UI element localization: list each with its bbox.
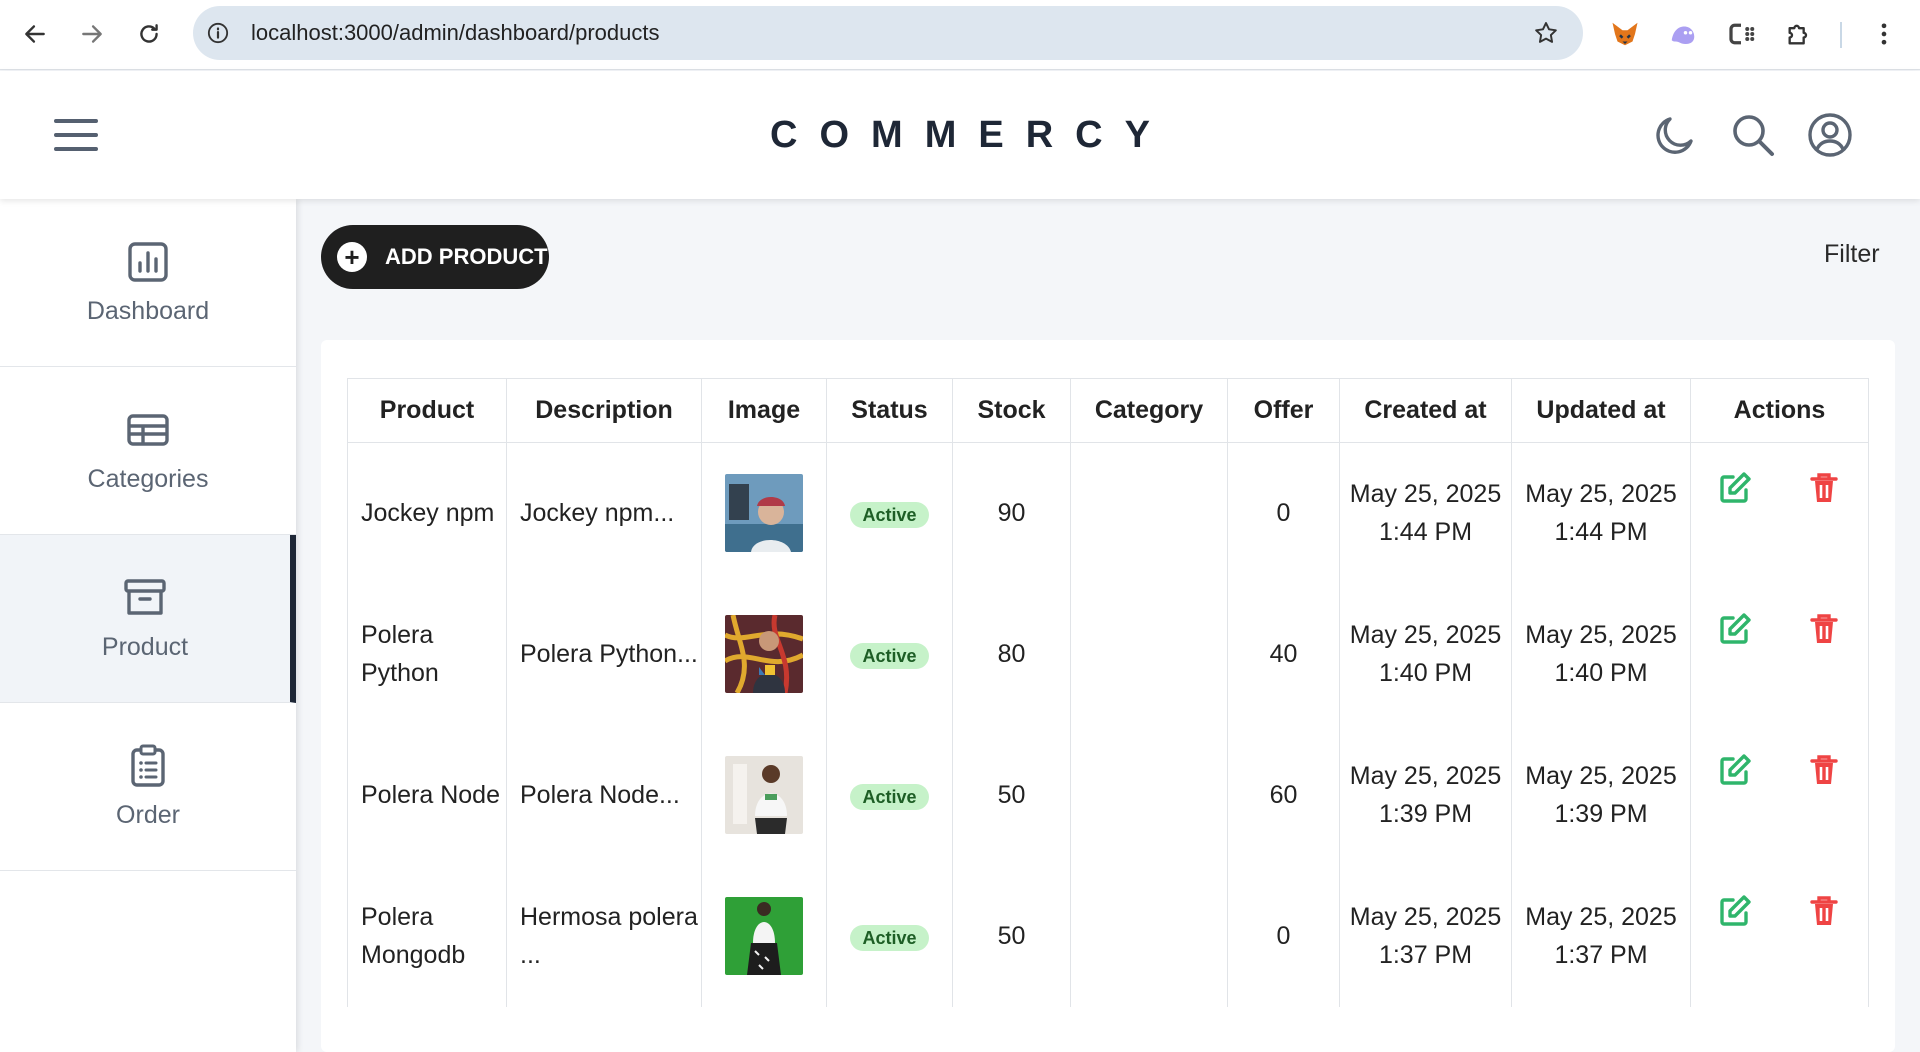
add-product-button[interactable]: + ADD PRODUCT: [321, 225, 549, 289]
stock-value: 80: [952, 583, 1071, 725]
trash-icon[interactable]: [1807, 753, 1841, 787]
chart-icon: [128, 242, 168, 282]
kebab-menu-icon[interactable]: [1868, 18, 1900, 50]
edit-icon[interactable]: [1718, 894, 1752, 928]
column-header-image[interactable]: Image: [701, 378, 827, 443]
column-header-actions: Actions: [1690, 378, 1869, 443]
offer-value: 40: [1227, 583, 1340, 725]
column-header-updated-at[interactable]: Updated at: [1511, 378, 1691, 443]
product-name: Polera Node: [347, 724, 507, 866]
status-badge: Active: [850, 502, 929, 529]
product-description: Polera Python...: [506, 583, 702, 725]
table-row: Polera Python Polera Python... Active 80…: [347, 583, 1869, 725]
table-icon: [127, 414, 169, 446]
status-badge: Active: [850, 643, 929, 669]
created-at-value: May 25, 2025 1:37 PM: [1339, 865, 1512, 1007]
sidebar-item-label: Dashboard: [86, 297, 210, 325]
product-description: Jockey npm...: [506, 442, 702, 584]
offer-value: 0: [1227, 442, 1340, 584]
back-arrow-icon[interactable]: [17, 16, 53, 52]
product-thumbnail[interactable]: [725, 756, 803, 834]
user-circle-icon[interactable]: [1806, 111, 1854, 159]
puzzle-extension-icon[interactable]: [1783, 18, 1815, 50]
bookmark-star-icon[interactable]: [1533, 20, 1559, 46]
table-row: Polera Node Polera Node... Active 50 60 …: [347, 724, 1869, 866]
table-row: Jockey npm Jockey npm... Active 90 0 May…: [347, 442, 1869, 584]
created-at-value: May 25, 2025 1:44 PM: [1339, 442, 1512, 584]
app-header: COMMERCY: [0, 71, 1920, 199]
stock-value: 50: [952, 724, 1071, 866]
stock-value: 50: [952, 865, 1071, 1007]
search-icon[interactable]: [1729, 111, 1777, 159]
table-header-row: Product Description Image Status Stock C…: [347, 378, 1869, 443]
updated-at-value: May 25, 2025 1:39 PM: [1511, 724, 1691, 866]
sidebar-item-order[interactable]: Order: [0, 703, 296, 871]
sidebar-item-label: Order: [116, 801, 180, 829]
add-product-label: ADD PRODUCT: [385, 244, 548, 269]
product-thumbnail[interactable]: [725, 474, 803, 553]
column-header-category[interactable]: Category: [1070, 378, 1228, 443]
product-thumbnail[interactable]: [725, 615, 803, 693]
column-header-offer[interactable]: Offer: [1227, 378, 1340, 443]
info-icon[interactable]: [207, 22, 229, 44]
product-name: Polera Mongodb: [347, 865, 507, 1007]
sidebar-item-product[interactable]: Product: [0, 535, 296, 703]
column-header-status[interactable]: Status: [826, 378, 953, 443]
edit-icon[interactable]: [1718, 471, 1752, 505]
sidebar-item-categories[interactable]: Categories: [0, 367, 296, 535]
sidebar-item-dashboard[interactable]: Dashboard: [0, 199, 296, 367]
moon-icon[interactable]: [1651, 111, 1699, 159]
category-value: [1070, 724, 1228, 866]
edit-icon[interactable]: [1718, 753, 1752, 787]
clipboard-list-icon: [131, 744, 165, 787]
offer-value: 60: [1227, 724, 1340, 866]
filter-button[interactable]: Filter: [1824, 240, 1880, 269]
archive-box-icon: [124, 579, 166, 615]
updated-at-value: May 25, 2025 1:44 PM: [1511, 442, 1691, 584]
created-at-value: May 25, 2025 1:40 PM: [1339, 583, 1512, 725]
category-value: [1070, 583, 1228, 725]
ghost-extension-icon[interactable]: [1667, 18, 1699, 50]
cs-extension-icon[interactable]: [1725, 18, 1757, 50]
stock-value: 90: [952, 442, 1071, 584]
forward-arrow-icon[interactable]: [74, 16, 110, 52]
product-name: Jockey npm: [347, 442, 507, 584]
products-table: Product Description Image Status Stock C…: [347, 378, 1869, 1007]
sidebar-item-label: Categories: [87, 465, 209, 493]
offer-value: 0: [1227, 865, 1340, 1007]
column-header-product[interactable]: Product: [347, 378, 507, 443]
created-at-value: May 25, 2025 1:39 PM: [1339, 724, 1512, 866]
trash-icon[interactable]: [1807, 894, 1841, 928]
product-name: Polera Python: [347, 583, 507, 725]
brand-logo[interactable]: COMMERCY: [0, 71, 1920, 199]
hamburger-menu-icon[interactable]: [52, 115, 100, 155]
column-header-description[interactable]: Description: [506, 378, 702, 443]
product-thumbnail[interactable]: [725, 897, 803, 975]
browser-toolbar: localhost:3000/admin/dashboard/products: [0, 0, 1920, 70]
updated-at-value: May 25, 2025 1:40 PM: [1511, 583, 1691, 725]
plus-circle-icon: +: [337, 242, 367, 272]
trash-icon[interactable]: [1807, 612, 1841, 646]
sidebar: Dashboard Categories Product Order: [0, 199, 296, 1052]
address-bar[interactable]: localhost:3000/admin/dashboard/products: [193, 6, 1583, 60]
sidebar-item-label: Product: [101, 633, 189, 661]
status-badge: Active: [850, 925, 929, 951]
reload-icon[interactable]: [131, 16, 167, 52]
edit-icon[interactable]: [1718, 612, 1752, 646]
column-header-stock[interactable]: Stock: [952, 378, 1071, 443]
fox-extension-icon[interactable]: [1609, 18, 1641, 50]
updated-at-value: May 25, 2025 1:37 PM: [1511, 865, 1691, 1007]
category-value: [1070, 865, 1228, 1007]
table-row: Polera Mongodb Hermosa polera ... Active…: [347, 865, 1869, 1007]
status-badge: Active: [850, 784, 929, 810]
product-description: Polera Node...: [506, 724, 702, 866]
trash-icon[interactable]: [1807, 471, 1841, 505]
column-header-created-at[interactable]: Created at: [1339, 378, 1512, 443]
product-description: Hermosa polera ...: [506, 865, 702, 1007]
toolbar-separator: [1840, 22, 1842, 48]
products-table-card: Product Description Image Status Stock C…: [321, 340, 1895, 1052]
category-value: [1070, 442, 1228, 584]
address-url[interactable]: localhost:3000/admin/dashboard/products: [251, 6, 660, 60]
